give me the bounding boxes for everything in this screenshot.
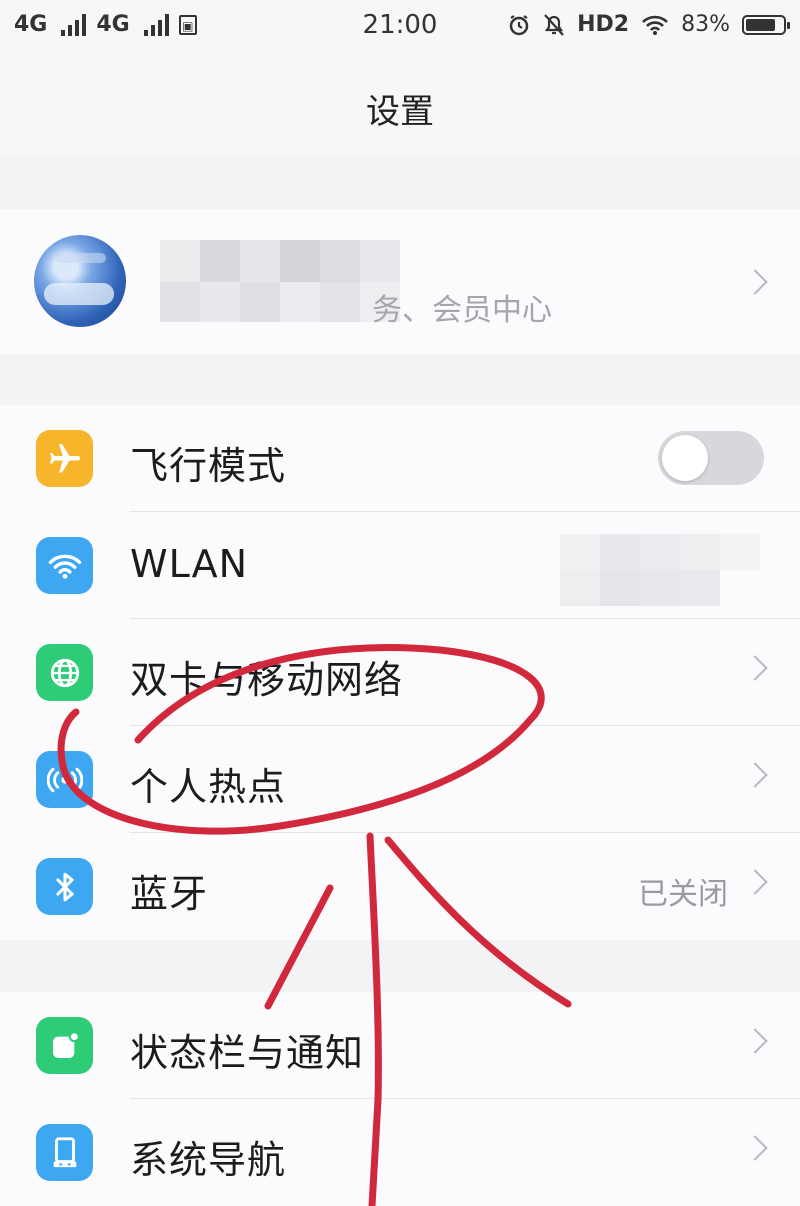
- wifi-status-icon: [642, 15, 669, 35]
- row-label: 系统导航: [130, 1138, 287, 1182]
- row-dual-sim-mobile-network[interactable]: 双卡与移动网络: [0, 619, 800, 726]
- row-label: 状态栏与通知: [130, 1031, 365, 1075]
- chevron-right-icon: [742, 1028, 768, 1054]
- airplane-icon: [36, 430, 93, 487]
- row-status-bar-notifications[interactable]: 状态栏与通知: [0, 992, 800, 1099]
- status-right: HD2 83%: [507, 12, 790, 37]
- row-label: 双卡与移动网络: [130, 658, 404, 702]
- row-wlan[interactable]: WLAN: [0, 512, 800, 619]
- row-label: 蓝牙: [130, 872, 209, 916]
- battery-percent: 83%: [681, 12, 730, 37]
- page-title: 设置: [366, 92, 434, 132]
- airplane-mode-toggle[interactable]: [658, 431, 764, 485]
- bluetooth-icon: [36, 858, 93, 915]
- hotspot-icon: [36, 751, 93, 808]
- mute-bell-icon: [544, 13, 564, 36]
- row-system-navigation[interactable]: 系统导航: [0, 1099, 800, 1206]
- avatar: [34, 235, 126, 327]
- row-label: WLAN: [130, 542, 249, 586]
- chevron-right-icon: [742, 1135, 768, 1161]
- row-bluetooth[interactable]: 蓝牙 已关闭: [0, 833, 800, 940]
- chevron-right-icon: [742, 269, 768, 295]
- network-settings-group: 飞行模式 WLAN 双卡与移动网络 个人热点 蓝牙 已关闭: [0, 405, 800, 940]
- chevron-right-icon: [742, 869, 768, 895]
- settings-screen: 4G 4G ▣ 21:00 HD2 83% 设置 务、会员中心 飞行模式 WLA…: [0, 0, 800, 1206]
- chevron-right-icon: [742, 762, 768, 788]
- chevron-right-icon: [742, 655, 768, 681]
- row-airplane-mode[interactable]: 飞行模式: [0, 405, 800, 512]
- battery-fill: [746, 18, 775, 31]
- hd-label: HD2: [577, 12, 630, 37]
- battery-icon: [742, 14, 790, 35]
- notification-icon: [36, 1017, 93, 1074]
- globe-icon: [36, 644, 93, 701]
- navigation-icon: [36, 1124, 93, 1181]
- title-bar: 设置: [0, 56, 800, 156]
- wifi-icon: [36, 537, 93, 594]
- status-bar: 4G 4G ▣ 21:00 HD2 83%: [0, 0, 800, 56]
- profile-subtitle: 务、会员中心: [372, 293, 552, 328]
- alarm-icon: [509, 14, 529, 35]
- row-label: 个人热点: [130, 765, 287, 809]
- toggle-knob: [662, 435, 708, 481]
- row-personal-hotspot[interactable]: 个人热点: [0, 726, 800, 833]
- system-settings-group: 状态栏与通知 系统导航: [0, 992, 800, 1206]
- bluetooth-status: 已关闭: [638, 877, 728, 912]
- row-label: 飞行模式: [130, 444, 287, 488]
